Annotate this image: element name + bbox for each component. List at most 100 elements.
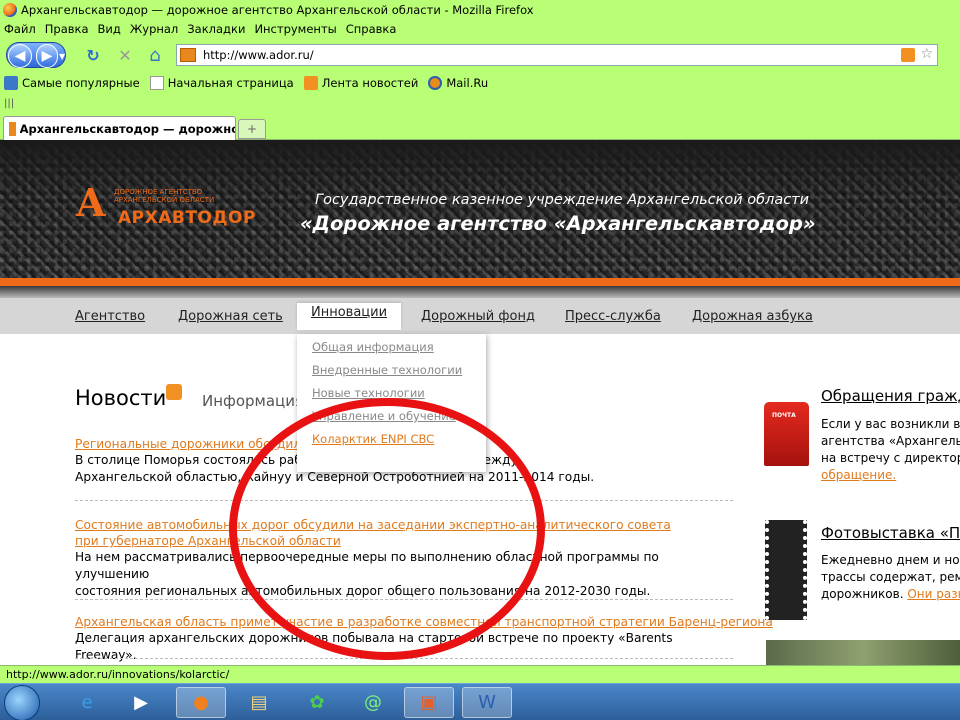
mailbox-label: ПОЧТА bbox=[772, 412, 796, 419]
news-rss-icon[interactable] bbox=[166, 384, 182, 400]
internet-explorer-icon[interactable]: e bbox=[62, 687, 112, 718]
back-button[interactable]: ◀ bbox=[8, 44, 32, 68]
address-input[interactable]: http://www.ador.ru/ bbox=[203, 48, 314, 62]
firefox-taskbar-icon[interactable]: ● bbox=[176, 687, 226, 718]
bookmark-start-page[interactable]: Начальная страница bbox=[149, 76, 294, 90]
menu-edit[interactable]: Правка bbox=[45, 22, 89, 36]
photo-line: трассы содержат, реме bbox=[821, 570, 960, 584]
reload-icon[interactable]: ↻ bbox=[84, 47, 102, 65]
taskbar: e ▶ ● ▤ ✿ @ ▣ W bbox=[0, 683, 960, 720]
status-url: http://www.ador.ru/innovations/kolarctic… bbox=[6, 668, 230, 681]
dropdown-item-management-training[interactable]: Управление и обучение bbox=[312, 409, 486, 423]
filmstrip-icon[interactable] bbox=[765, 520, 807, 620]
nav-item-agency[interactable]: Агентство bbox=[75, 309, 145, 324]
home-icon[interactable]: ⌂ bbox=[146, 47, 164, 65]
web-page: A ДОРОЖНОЕ АГЕНТСТВО АРХАНГЕЛЬСКОЙ ОБЛАС… bbox=[0, 140, 960, 665]
news-divider bbox=[75, 599, 733, 600]
menu-help[interactable]: Справка bbox=[346, 22, 397, 36]
nav-item-press[interactable]: Пресс-служба bbox=[565, 309, 661, 324]
info-tab[interactable]: Информация bbox=[202, 392, 304, 410]
site-logo[interactable]: A ДОРОЖНОЕ АГЕНТСТВО АРХАНГЕЛЬСКОЙ ОБЛАС… bbox=[76, 174, 255, 234]
new-tab-button[interactable]: + bbox=[238, 119, 266, 139]
appeals-line: агентства «Архангельс bbox=[821, 434, 960, 448]
toolbar-grip: ||| bbox=[4, 98, 15, 109]
news-item: Архангельская область примет участие в р… bbox=[75, 614, 773, 664]
news-link[interactable]: Архангельская область примет участие в р… bbox=[75, 614, 773, 630]
powerpoint-icon[interactable]: ▣ bbox=[404, 687, 454, 718]
menu-view[interactable]: Вид bbox=[98, 22, 121, 36]
dropdown-item-new-tech[interactable]: Новые технологии bbox=[312, 386, 486, 400]
site-header: A ДОРОЖНОЕ АГЕНТСТВО АРХАНГЕЛЬСКОЙ ОБЛАС… bbox=[0, 140, 960, 278]
dropdown-item-general-info[interactable]: Общая информация bbox=[312, 340, 486, 354]
header-title: «Дорожное агентство «Архангельскавтодор» bbox=[300, 212, 816, 235]
media-player-icon[interactable]: ▶ bbox=[116, 687, 166, 718]
rss-icon[interactable] bbox=[901, 48, 915, 62]
mailbox-icon[interactable]: ПОЧТА bbox=[764, 402, 809, 466]
explorer-folder-icon[interactable]: ▤ bbox=[234, 687, 284, 718]
appeals-link[interactable]: обращение. bbox=[821, 468, 896, 482]
tab-label: Архангельскавтодор — дорожное агентство … bbox=[19, 121, 235, 136]
window-title: Архангельскавтодор — дорожное агентство … bbox=[21, 3, 534, 17]
bookmark-news-feed[interactable]: Лента новостей bbox=[303, 76, 419, 90]
bookmark-most-visited[interactable]: Самые популярные bbox=[4, 76, 140, 90]
appeals-title[interactable]: Обращения гражд bbox=[821, 387, 960, 405]
innovations-dropdown: Общая информация Внедренные технологии Н… bbox=[297, 334, 486, 472]
photo-exhibit-text: Ежедневно днем и ноч трассы содержат, ре… bbox=[821, 552, 960, 603]
status-bar: http://www.ador.ru/innovations/kolarctic… bbox=[0, 665, 960, 683]
bookmark-label: Самые популярные bbox=[22, 76, 140, 90]
news-text: На нем рассматривались первоочередные ме… bbox=[75, 550, 659, 581]
bookmark-mailru[interactable]: Mail.Ru bbox=[428, 76, 488, 90]
news-divider bbox=[75, 500, 733, 501]
nav-item-road-network[interactable]: Дорожная сеть bbox=[178, 309, 283, 324]
tab-bar: Архангельскавтодор — дорожное агентство … bbox=[0, 112, 960, 140]
menu-file[interactable]: Файл bbox=[4, 22, 36, 36]
menubar: Файл Правка Вид Журнал Закладки Инструме… bbox=[0, 20, 960, 38]
rss-icon bbox=[303, 76, 318, 90]
photo-preview[interactable] bbox=[766, 640, 960, 665]
windows-start-icon[interactable] bbox=[4, 685, 40, 720]
photo-line: дорожников. bbox=[821, 587, 904, 601]
mail-agent-icon[interactable]: @ bbox=[348, 687, 398, 718]
navigation-toolbar: ◀ ▶ ▼ ↻ ✕ ⌂ http://www.ador.ru/ ☆ bbox=[0, 38, 960, 72]
tab-favicon bbox=[9, 121, 16, 136]
main-navigation: Агентство Дорожная сеть Инновации Дорожн… bbox=[0, 298, 960, 334]
menu-tools[interactable]: Инструменты bbox=[254, 22, 336, 36]
logo-main-text: АРХАВТОДОР bbox=[118, 208, 256, 228]
header-orange-stripe bbox=[0, 278, 960, 286]
bookmark-star-icon[interactable]: ☆ bbox=[920, 46, 933, 62]
photo-exhibit-title[interactable]: Фотовыставка «Пр bbox=[821, 524, 960, 542]
stop-icon[interactable]: ✕ bbox=[116, 47, 134, 65]
nav-item-innovations[interactable]: Инновации bbox=[297, 303, 402, 330]
history-dropdown-icon[interactable]: ▼ bbox=[59, 52, 65, 61]
menu-history[interactable]: Журнал bbox=[130, 22, 178, 36]
news-link[interactable]: Состояние автомобильных дорог обсудили н… bbox=[75, 517, 735, 533]
site-favicon bbox=[180, 48, 196, 62]
page-icon bbox=[149, 76, 164, 90]
address-bar[interactable]: http://www.ador.ru/ ☆ bbox=[176, 44, 938, 66]
header-subtitle: Государственное казенное учреждение Арха… bbox=[315, 192, 810, 208]
logo-mark: A bbox=[76, 180, 106, 225]
bookmark-label: Начальная страница bbox=[167, 76, 294, 90]
appeals-line: Если у вас возникли во bbox=[821, 417, 960, 431]
tab-active[interactable]: Архангельскавтодор — дорожное агентство … bbox=[3, 116, 236, 140]
photo-link[interactable]: Они разн bbox=[907, 587, 960, 601]
dropdown-item-implemented-tech[interactable]: Внедренные технологии bbox=[312, 363, 486, 377]
bookmark-label: Лента новостей bbox=[321, 76, 419, 90]
photo-line: Ежедневно днем и ноч bbox=[821, 553, 960, 567]
menu-bookmarks[interactable]: Закладки bbox=[187, 22, 245, 36]
news-link[interactable]: при губернаторе Архангельской области bbox=[75, 533, 735, 549]
icq-icon[interactable]: ✿ bbox=[292, 687, 342, 718]
bookmarks-toolbar: Самые популярные Начальная страница Лент… bbox=[0, 72, 960, 94]
firefox-icon bbox=[3, 3, 17, 17]
dropdown-item-kolarctic[interactable]: Коларктик ENPI CBC bbox=[312, 432, 486, 446]
bookmark-label: Mail.Ru bbox=[446, 76, 489, 90]
news-heading: Новости bbox=[75, 386, 167, 410]
appeals-text: Если у вас возникли во агентства «Арханг… bbox=[821, 416, 960, 484]
news-divider bbox=[75, 658, 733, 659]
nav-item-road-abc[interactable]: Дорожная азбука bbox=[692, 309, 813, 324]
word-icon[interactable]: W bbox=[462, 687, 512, 718]
forward-button[interactable]: ▶ bbox=[36, 44, 58, 68]
appeals-line: на встречу с директоро bbox=[821, 451, 960, 465]
nav-item-road-fund[interactable]: Дорожный фонд bbox=[421, 309, 535, 324]
back-forward-group: ◀ ▶ ▼ bbox=[6, 42, 66, 68]
